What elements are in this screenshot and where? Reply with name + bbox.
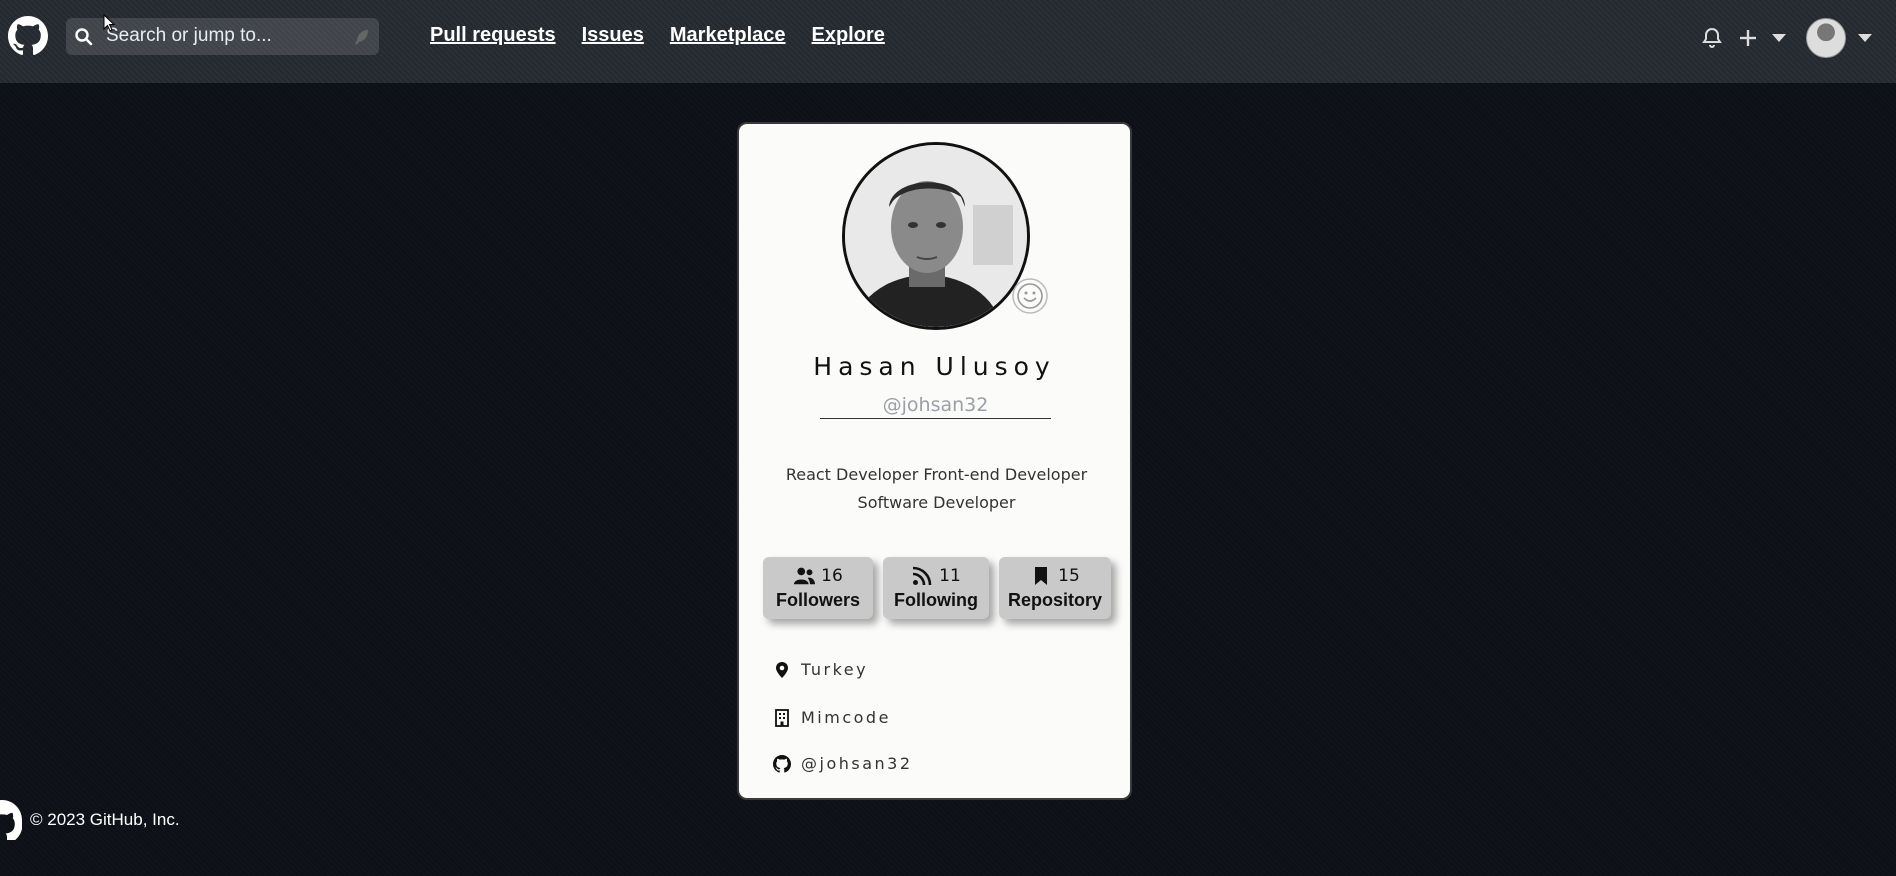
github-logo-icon[interactable] bbox=[8, 16, 48, 56]
profile-card: Hasan Ulusoy @johsan32 React Developer F… bbox=[737, 122, 1132, 800]
rss-icon bbox=[913, 566, 932, 585]
nav-issues[interactable]: Issues bbox=[582, 24, 644, 47]
profile-avatar bbox=[842, 142, 1030, 330]
footer-github-icon bbox=[0, 800, 22, 840]
following-label: Following bbox=[894, 589, 978, 610]
search-icon bbox=[75, 28, 93, 46]
repository-button[interactable]: 15 Repository bbox=[999, 557, 1111, 619]
profile-chevron-down-icon[interactable] bbox=[1858, 34, 1872, 42]
following-count: 11 bbox=[939, 565, 961, 586]
location-row: Turkey bbox=[773, 660, 868, 679]
map-pin-icon bbox=[776, 661, 788, 678]
followers-label: Followers bbox=[775, 589, 860, 610]
plus-icon[interactable] bbox=[1736, 26, 1760, 50]
footer: © 2023 GitHub, Inc. bbox=[0, 800, 180, 840]
profile-handle: @johsan32 bbox=[820, 394, 1051, 419]
following-button[interactable]: 11 Following bbox=[883, 557, 989, 619]
bio-line: React Developer Front-end Developer bbox=[785, 465, 1088, 484]
profile-photo bbox=[845, 145, 1027, 327]
bell-icon[interactable] bbox=[1700, 26, 1724, 50]
feather-icon bbox=[355, 30, 368, 45]
building-icon bbox=[775, 708, 789, 727]
search-input[interactable] bbox=[106, 22, 336, 50]
repository-label: Repository bbox=[1007, 589, 1103, 610]
main-nav: Pull requests Issues Marketplace Explore bbox=[430, 24, 885, 47]
followers-button[interactable]: 16 Followers bbox=[763, 557, 873, 619]
nav-explore[interactable]: Explore bbox=[812, 24, 885, 47]
github-icon bbox=[773, 754, 791, 773]
github-handle-text: @johsan32 bbox=[801, 754, 913, 773]
company-text: Mimcode bbox=[801, 708, 891, 727]
github-row[interactable]: @johsan32 bbox=[773, 754, 913, 773]
bookmark-icon bbox=[1035, 566, 1048, 585]
profile-bio: React Developer Front-end Developer Soft… bbox=[769, 461, 1104, 517]
nav-pull-requests[interactable]: Pull requests bbox=[430, 24, 556, 47]
followers-count: 16 bbox=[821, 565, 843, 586]
user-avatar[interactable] bbox=[1806, 18, 1846, 58]
nav-marketplace[interactable]: Marketplace bbox=[670, 24, 786, 47]
repository-count: 15 bbox=[1058, 565, 1080, 586]
location-text: Turkey bbox=[801, 660, 869, 679]
profile-name: Hasan Ulusoy bbox=[813, 352, 1056, 381]
company-row: Mimcode bbox=[773, 708, 891, 727]
users-icon bbox=[794, 567, 816, 584]
header-actions bbox=[1688, 18, 1872, 58]
smiley-icon[interactable] bbox=[1010, 276, 1050, 316]
copyright-text: © 2023 GitHub, Inc. bbox=[30, 810, 180, 829]
bio-line: Software Developer bbox=[857, 493, 1016, 512]
profile-stats: 16 Followers 11 Following 15 Repository bbox=[763, 557, 1111, 619]
create-chevron-down-icon[interactable] bbox=[1772, 34, 1786, 42]
top-header: Pull requests Issues Marketplace Explore bbox=[0, 0, 1896, 83]
mouse-cursor-icon bbox=[103, 14, 115, 32]
